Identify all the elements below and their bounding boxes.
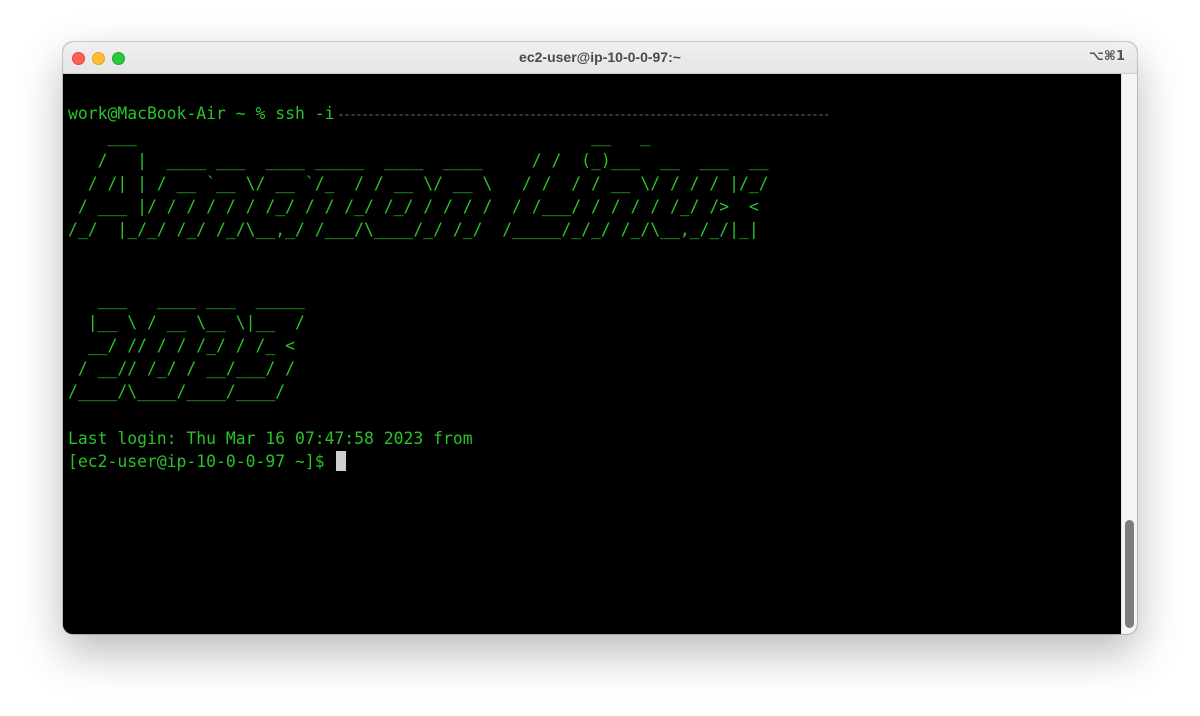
shell-prompt-line[interactable]: [ec2-user@ip-10-0-0-97 ~]$ [68,450,1121,473]
redacted-key-path [338,112,829,117]
banner-line: /_/ |_/_/ /_/ /_/\__,_/ /___/\____/_/ /_… [68,220,759,240]
terminal-window[interactable]: ec2-user@ip-10-0-0-97:~ ⌥⌘1 work@MacBook… [63,42,1137,634]
window-title: ec2-user@ip-10-0-0-97:~ [519,49,681,65]
year-banner-line: /____/\____/____/____/ [68,382,286,402]
banner-line: / /| | / __ `__ \/ __ `/_ / / __ \/ __ \… [68,173,769,193]
shell-prompt-text: [ec2-user@ip-10-0-0-97 ~]$ [68,452,325,472]
year-banner-line: / __// /_/ / __/___/ / [68,359,295,379]
banner-line: / | ____ ___ ____ _____ ____ ____ / / (_… [68,150,769,170]
year-banner-line: ___ ____ ___ _____ [68,289,305,309]
banner-line: ___ __ _ [68,127,651,147]
year-banner-line: |__ \ / __ \__ \|__ / [68,312,305,332]
last-login-line: Last login: Thu Mar 16 07:47:58 2023 fro… [68,428,473,448]
keyboard-shortcut-label: ⌥⌘1 [1088,49,1125,64]
command-prompt-text: work@MacBook-Air ~ % ssh -i [68,104,335,124]
terminal-output[interactable]: work@MacBook-Air ~ % ssh -i ___ __ _ / |… [63,74,1121,634]
scrollbar-thumb[interactable] [1125,520,1134,628]
vertical-scrollbar[interactable] [1121,74,1137,634]
banner-line: / ___ |/ / / / / / /_/ / / /_/ /_/ / / /… [68,196,759,216]
command-line: work@MacBook-Air ~ % ssh -i [68,102,1121,125]
title-bar[interactable]: ec2-user@ip-10-0-0-97:~ ⌥⌘1 [63,42,1137,74]
text-cursor [336,451,347,472]
year-banner-line: __/ // / / /_/ / /_ < [68,336,295,356]
